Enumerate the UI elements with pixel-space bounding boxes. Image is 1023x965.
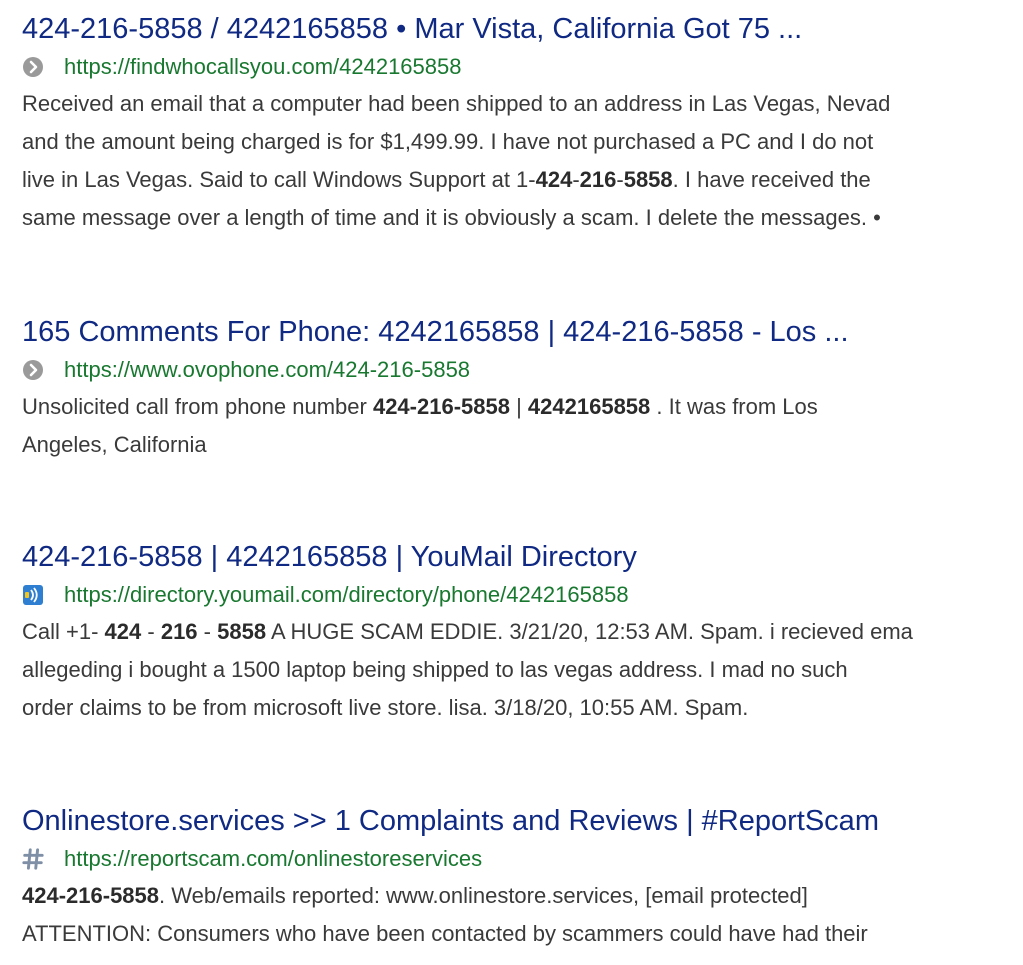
search-result: 424-216-5858 | 4242165858 | YouMail Dire… <box>22 540 913 727</box>
snippet-line: allegeding i bought a 1500 laptop being … <box>22 651 913 689</box>
snippet-highlight: 216 <box>160 619 198 644</box>
hashtag-icon <box>22 848 44 870</box>
snippet-line: 424-216-5858. Web/emails reported: www.o… <box>22 877 879 915</box>
snippet-text: . I have received the <box>672 167 871 192</box>
snippet-text: allegeding i bought a 1500 laptop being … <box>22 657 848 682</box>
result-url[interactable]: https://findwhocallsyou.com/4242165858 <box>64 52 461 82</box>
snippet-line: live in Las Vegas. Said to call Windows … <box>22 161 890 199</box>
snippet-text: Angeles, California <box>22 432 207 457</box>
gray-chevron-icon <box>22 56 44 78</box>
snippet-text: . Web/emails reported: www.onlinestore.s… <box>159 883 808 908</box>
snippet-line: and the amount being charged is for $1,4… <box>22 123 890 161</box>
result-url[interactable]: https://reportscam.com/onlinestoreservic… <box>64 844 482 874</box>
snippet-highlight: 424-216-5858 <box>372 394 510 419</box>
snippet-text: | <box>509 394 528 419</box>
result-title-link[interactable]: Onlinestore.services >> 1 Complaints and… <box>22 804 879 838</box>
result-url-row: https://www.ovophone.com/424-216-5858 <box>22 355 849 385</box>
snippet-highlight: 5858 <box>217 619 267 644</box>
snippet-text: order claims to be from microsoft live s… <box>22 695 749 720</box>
result-snippet: Unsolicited call from phone number 424-2… <box>22 388 849 464</box>
snippet-highlight: 424-216-5858 <box>22 883 160 908</box>
snippet-line: ATTENTION: Consumers who have been conta… <box>22 915 879 953</box>
snippet-highlight: 424 <box>535 167 573 192</box>
snippet-text: - <box>572 167 580 192</box>
snippet-highlight: 4242165858 <box>527 394 651 419</box>
snippet-text: and the amount being charged is for $1,4… <box>22 129 874 154</box>
result-snippet: Received an email that a computer had be… <box>22 85 890 237</box>
snippet-text: - <box>616 167 624 192</box>
result-snippet: 424-216-5858. Web/emails reported: www.o… <box>22 877 879 953</box>
snippet-line: Call +1- 424 - 216 - 5858 A HUGE SCAM ED… <box>22 613 913 651</box>
result-title-link[interactable]: 424-216-5858 | 4242165858 | YouMail Dire… <box>22 540 913 574</box>
snippet-highlight: 424 <box>104 619 142 644</box>
result-url[interactable]: https://www.ovophone.com/424-216-5858 <box>64 355 470 385</box>
snippet-text: Received an email that a computer had be… <box>22 91 891 116</box>
snippet-line: Unsolicited call from phone number 424-2… <box>22 388 849 426</box>
snippet-line: order claims to be from microsoft live s… <box>22 689 913 727</box>
snippet-text: ATTENTION: Consumers who have been conta… <box>22 921 868 946</box>
snippet-highlight: 216 <box>579 167 617 192</box>
search-result: 424-216-5858 / 4242165858 • Mar Vista, C… <box>22 12 890 237</box>
result-title-link[interactable]: 424-216-5858 / 4242165858 • Mar Vista, C… <box>22 12 890 46</box>
snippet-text: same message over a length of time and i… <box>22 205 881 230</box>
result-url-row: https://reportscam.com/onlinestoreservic… <box>22 844 879 874</box>
snippet-text: A HUGE SCAM EDDIE. 3/21/20, 12:53 AM. Sp… <box>266 619 913 644</box>
gray-chevron-icon <box>22 359 44 381</box>
snippet-line: same message over a length of time and i… <box>22 199 890 237</box>
snippet-text: - <box>141 619 161 644</box>
result-url-row: https://findwhocallsyou.com/4242165858 <box>22 52 890 82</box>
snippet-text: live in Las Vegas. Said to call Windows … <box>22 167 536 192</box>
snippet-text: . It was from Los <box>650 394 818 419</box>
search-result: Onlinestore.services >> 1 Complaints and… <box>22 804 879 953</box>
snippet-line: Received an email that a computer had be… <box>22 85 890 123</box>
snippet-text: Unsolicited call from phone number <box>22 394 373 419</box>
snippet-text: - <box>197 619 218 644</box>
snippet-line: Angeles, California <box>22 426 849 464</box>
search-result: 165 Comments For Phone: 4242165858 | 424… <box>22 315 849 464</box>
result-url[interactable]: https://directory.youmail.com/directory/… <box>64 580 629 610</box>
result-url-row: https://directory.youmail.com/directory/… <box>22 580 913 610</box>
snippet-text: Call +1- <box>22 619 105 644</box>
result-snippet: Call +1- 424 - 216 - 5858 A HUGE SCAM ED… <box>22 613 913 727</box>
snippet-highlight: 5858 <box>623 167 673 192</box>
result-title-link[interactable]: 165 Comments For Phone: 4242165858 | 424… <box>22 315 849 349</box>
youmail-icon <box>22 584 44 606</box>
